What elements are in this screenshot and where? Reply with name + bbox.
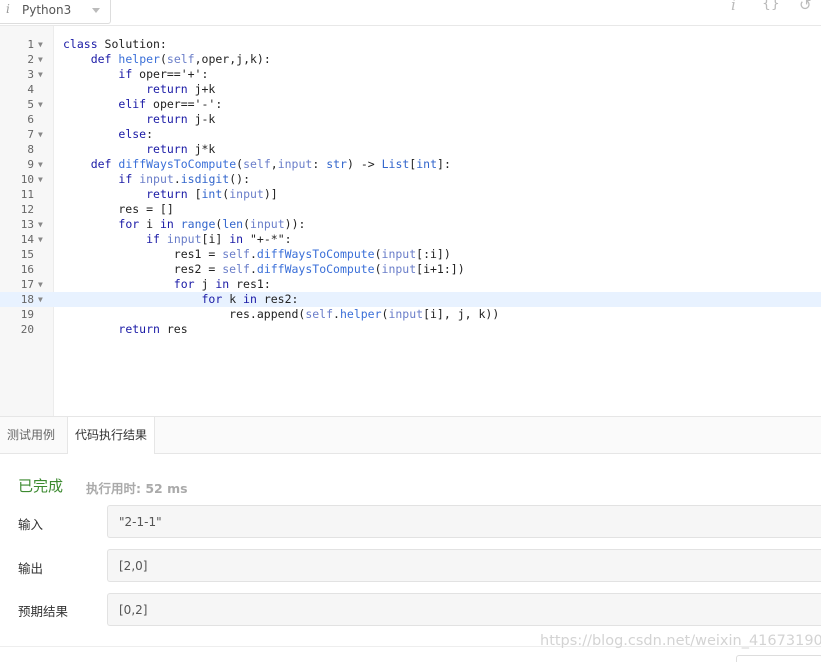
code-line[interactable]: 20 return res bbox=[0, 322, 821, 337]
code-line[interactable]: 17 ▼ for j in res1: bbox=[0, 277, 821, 292]
code-text: else: bbox=[118, 127, 154, 141]
line-number: 7 bbox=[27, 128, 34, 141]
output-value: [2,0] bbox=[107, 549, 821, 582]
code-line[interactable]: 2 ▼ def helper(self,oper,j,k): bbox=[0, 52, 821, 67]
fold-arrow-icon[interactable]: ▼ bbox=[38, 172, 43, 187]
fold-arrow-icon[interactable]: ▼ bbox=[38, 277, 43, 292]
info-icon: i bbox=[6, 2, 10, 16]
fold-arrow-icon[interactable]: ▼ bbox=[38, 97, 43, 112]
code-line[interactable]: 15 res1 = self.diffWaysToCompute(input[:… bbox=[0, 247, 821, 262]
code-text: if oper=='+': bbox=[118, 67, 209, 81]
code-text: elif oper=='-': bbox=[118, 97, 223, 111]
fold-arrow-icon[interactable]: ▼ bbox=[38, 67, 43, 82]
input-label: 输入 bbox=[18, 517, 44, 532]
line-number: 10 bbox=[20, 173, 34, 186]
line-number: 11 bbox=[20, 188, 34, 201]
code-text: return res bbox=[118, 322, 188, 336]
fold-arrow-icon[interactable]: ▼ bbox=[38, 217, 43, 232]
code-line[interactable]: 10 ▼ if input.isdigit(): bbox=[0, 172, 821, 187]
line-number: 15 bbox=[20, 248, 34, 261]
code-line[interactable]: 16 res2 = self.diffWaysToCompute(input[i… bbox=[0, 262, 821, 277]
code-text: res2 = self.diffWaysToCompute(input[i+1:… bbox=[63, 262, 465, 276]
code-text: return j*k bbox=[146, 142, 216, 156]
result-tabs: 测试用例 代码执行结果 bbox=[0, 416, 821, 454]
fold-arrow-icon[interactable]: ▼ bbox=[38, 37, 43, 52]
code-line[interactable]: 9 ▼ def diffWaysToCompute(self,input: str… bbox=[0, 157, 821, 172]
output-label: 输出 bbox=[18, 561, 44, 576]
code-text: for k in res2: bbox=[201, 292, 299, 306]
tab-test-cases[interactable]: 测试用例 bbox=[0, 417, 62, 453]
line-number: 12 bbox=[20, 203, 34, 216]
expected-value: [0,2] bbox=[107, 593, 821, 626]
code-text: return [int(input)] bbox=[146, 187, 278, 201]
expected-label: 预期结果 bbox=[18, 604, 69, 619]
fold-arrow-icon[interactable]: ▼ bbox=[38, 52, 43, 67]
code-text: res = [] bbox=[63, 202, 174, 216]
line-number: 20 bbox=[20, 323, 34, 336]
runtime-text: 执行用时: 52 ms bbox=[86, 481, 188, 496]
line-number: 4 bbox=[27, 83, 34, 96]
line-number: 3 bbox=[27, 68, 34, 81]
code-line[interactable]: 19 res.append(self.helper(input[i], j, k… bbox=[0, 307, 821, 322]
line-number: 14 bbox=[20, 233, 34, 246]
code-line[interactable]: 7 ▼ else: bbox=[0, 127, 821, 142]
line-number: 18 bbox=[20, 293, 34, 306]
code-line[interactable]: 18 ▼ for k in res2: bbox=[0, 292, 821, 307]
code-line[interactable]: 1 ▼ class Solution: bbox=[0, 37, 821, 52]
line-number: 17 bbox=[20, 278, 34, 291]
code-text: for j in res1: bbox=[173, 277, 271, 291]
line-number: 13 bbox=[20, 218, 34, 231]
code-text: res.append(self.helper(input[i], j, k)) bbox=[63, 307, 500, 321]
code-editor[interactable]: 1 ▼ class Solution: 2 ▼ def helper(self,oper… bbox=[0, 26, 821, 416]
code-text: if input.isdigit(): bbox=[118, 172, 250, 186]
fold-arrow-icon[interactable]: ▼ bbox=[38, 127, 43, 142]
watermark: https://blog.csdn.net/weixin_41673190 bbox=[540, 633, 821, 649]
code-line[interactable]: 6 return j-k bbox=[0, 112, 821, 127]
code-line[interactable]: 12 res = [] bbox=[0, 202, 821, 217]
line-number: 9 bbox=[27, 158, 34, 171]
input-value: "2-1-1" bbox=[107, 505, 821, 538]
line-number: 5 bbox=[27, 98, 34, 111]
line-number: 16 bbox=[20, 263, 34, 276]
code-line[interactable]: 14 ▼ if input[i] in "+-*": bbox=[0, 232, 821, 247]
line-number: 6 bbox=[27, 113, 34, 126]
code-text: def helper(self,oper,j,k): bbox=[90, 52, 271, 66]
code-line[interactable]: 3 ▼ if oper=='+': bbox=[0, 67, 821, 82]
code-text: if input[i] in "+-*": bbox=[146, 232, 292, 246]
language-select[interactable]: i Python3 bbox=[0, 0, 111, 24]
code-text: for i in range(len(input)): bbox=[118, 217, 306, 231]
code-text: return j+k bbox=[146, 82, 216, 96]
line-number: 8 bbox=[27, 143, 34, 156]
editor-toolbar: i Python3 i {} ↺ bbox=[0, 0, 821, 26]
code-line[interactable]: 4 return j+k bbox=[0, 82, 821, 97]
fold-arrow-icon[interactable]: ▼ bbox=[38, 292, 43, 307]
fold-arrow-icon[interactable]: ▼ bbox=[38, 157, 43, 172]
reset-icon[interactable]: ↺ bbox=[799, 0, 812, 14]
code-line[interactable]: 8 return j*k bbox=[0, 142, 821, 157]
info-icon[interactable]: i bbox=[731, 0, 736, 14]
code-line[interactable]: 5 ▼ elif oper=='-': bbox=[0, 97, 821, 112]
fold-arrow-icon[interactable]: ▼ bbox=[38, 232, 43, 247]
code-line[interactable]: 11 return [int(input)] bbox=[0, 187, 821, 202]
code-text: def diffWaysToCompute(self,input: str) -… bbox=[90, 157, 451, 171]
code-line[interactable]: 13 ▼ for i in range(len(input)): bbox=[0, 217, 821, 232]
format-braces-icon[interactable]: {} bbox=[762, 0, 780, 12]
code-text: res1 = self.diffWaysToCompute(input[:i]) bbox=[63, 247, 451, 261]
code-text: return j-k bbox=[146, 112, 216, 126]
language-label: Python3 bbox=[22, 3, 72, 17]
code-text: class Solution: bbox=[63, 37, 167, 51]
status-text: 已完成 bbox=[18, 477, 64, 495]
chevron-down-icon bbox=[92, 8, 100, 13]
tab-run-result[interactable]: 代码执行结果 bbox=[67, 417, 156, 454]
line-number: 19 bbox=[20, 308, 34, 321]
line-number: 1 bbox=[27, 38, 34, 51]
line-number: 2 bbox=[27, 53, 34, 66]
